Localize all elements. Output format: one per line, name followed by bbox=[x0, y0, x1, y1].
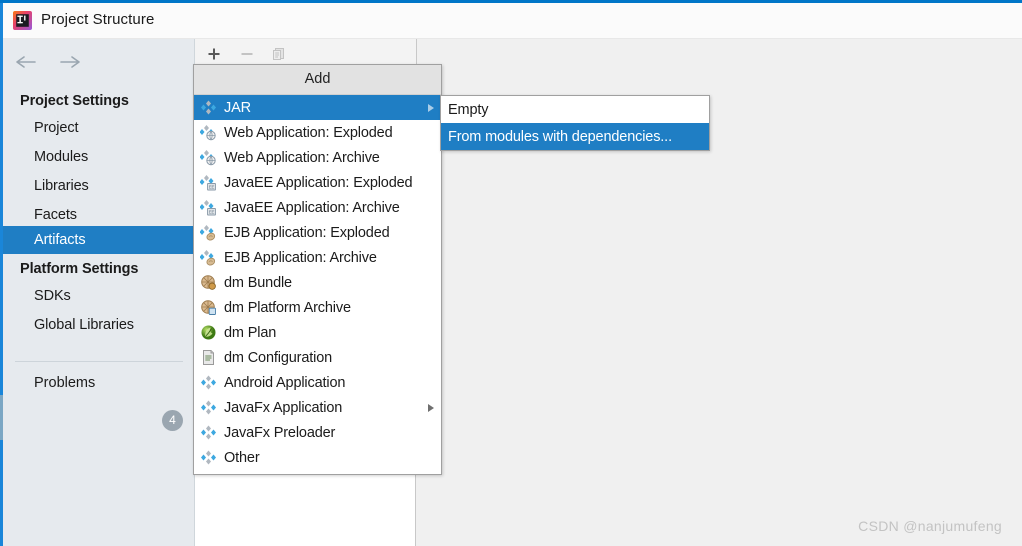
sidebar-group-platform-settings: Platform Settings bbox=[20, 261, 139, 277]
chevron-right-icon bbox=[428, 403, 434, 412]
add-menu-header: Add bbox=[194, 65, 441, 95]
menu-item-javaee-application-exploded[interactable]: EE JavaEE Application: Exploded bbox=[194, 170, 441, 195]
arrow-right-icon[interactable] bbox=[57, 49, 83, 75]
menu-item-label: Web Application: Archive bbox=[224, 149, 380, 166]
menu-item-label: Web Application: Exploded bbox=[224, 124, 393, 141]
sidebar-item-problems[interactable]: Problems bbox=[3, 369, 195, 397]
watermark-text: CSDN @nanjumufeng bbox=[858, 518, 1002, 534]
add-artifact-menu: Add JAR Web Application: Exploded Web Ap… bbox=[193, 64, 442, 475]
submenu-item-label: Empty bbox=[448, 101, 489, 118]
menu-item-label: dm Bundle bbox=[224, 274, 292, 291]
menu-item-dm-configuration[interactable]: dm Configuration bbox=[194, 345, 441, 370]
settings-sidebar: Project Settings Project Modules Librari… bbox=[3, 39, 195, 546]
menu-item-ejb-application-archive[interactable]: EJB Application: Archive bbox=[194, 245, 441, 270]
submenu-item-from-modules-with-dependencies[interactable]: From modules with dependencies... bbox=[441, 123, 709, 150]
ejb-exploded-icon bbox=[199, 224, 217, 241]
menu-item-dm-platform-archive[interactable]: dm Platform Archive bbox=[194, 295, 441, 320]
web-archive-icon bbox=[199, 149, 217, 166]
sidebar-item-artifacts[interactable]: Artifacts bbox=[3, 226, 195, 254]
menu-item-label: dm Configuration bbox=[224, 349, 333, 366]
menu-item-label: Other bbox=[224, 449, 260, 466]
page-title: Project Structure bbox=[41, 11, 155, 28]
dm-plan-icon bbox=[200, 324, 217, 341]
javafx-preloader-icon bbox=[200, 424, 217, 441]
dialog-titlebar: Project Structure bbox=[3, 3, 1022, 39]
plus-icon[interactable] bbox=[202, 42, 226, 66]
project-structure-dialog: Project Structure Project Settings Proje… bbox=[3, 3, 1022, 546]
menu-item-label: dm Platform Archive bbox=[224, 299, 351, 316]
menu-item-javafx-application[interactable]: JavaFx Application bbox=[194, 395, 441, 420]
menu-item-label: JavaFx Application bbox=[224, 399, 343, 416]
menu-item-label: JavaFx Preloader bbox=[224, 424, 336, 441]
sidebar-divider bbox=[15, 361, 183, 362]
menu-item-web-application-archive[interactable]: Web Application: Archive bbox=[194, 145, 441, 170]
sidebar-item-libraries[interactable]: Libraries bbox=[3, 174, 195, 199]
menu-item-other[interactable]: Other bbox=[194, 445, 441, 470]
menu-item-javaee-application-archive[interactable]: EE JavaEE Application: Archive bbox=[194, 195, 441, 220]
jar-submenu: Empty From modules with dependencies... bbox=[440, 95, 710, 151]
menu-item-dm-bundle[interactable]: dm Bundle bbox=[194, 270, 441, 295]
menu-item-label: JavaEE Application: Exploded bbox=[224, 174, 413, 191]
navigation-arrows bbox=[13, 49, 83, 75]
web-exploded-icon bbox=[199, 124, 217, 141]
svg-text:EE: EE bbox=[209, 185, 215, 190]
minus-icon bbox=[235, 42, 259, 66]
javaee-archive-icon: EE bbox=[199, 199, 217, 216]
menu-item-label: JAR bbox=[224, 99, 251, 116]
sidebar-item-facets[interactable]: Facets bbox=[3, 203, 195, 228]
menu-item-label: JavaEE Application: Archive bbox=[224, 199, 400, 216]
dm-bundle-icon bbox=[200, 274, 217, 291]
menu-item-dm-plan[interactable]: dm Plan bbox=[194, 320, 441, 345]
sidebar-item-modules[interactable]: Modules bbox=[3, 145, 195, 170]
jar-artifact-icon bbox=[200, 99, 217, 116]
other-artifact-icon bbox=[200, 449, 217, 466]
menu-item-ejb-application-exploded[interactable]: EJB Application: Exploded bbox=[194, 220, 441, 245]
menu-item-android-application[interactable]: Android Application bbox=[194, 370, 441, 395]
intellij-idea-icon bbox=[13, 11, 32, 30]
javaee-exploded-icon: EE bbox=[199, 174, 217, 191]
chevron-right-icon bbox=[428, 103, 434, 112]
svg-text:EE: EE bbox=[209, 210, 215, 215]
javafx-application-icon bbox=[200, 399, 217, 416]
ejb-archive-icon bbox=[199, 249, 217, 266]
dm-configuration-icon bbox=[200, 349, 217, 366]
menu-item-label: dm Plan bbox=[224, 324, 277, 341]
sidebar-item-global-libraries[interactable]: Global Libraries bbox=[3, 313, 195, 338]
sidebar-group-project-settings: Project Settings bbox=[20, 93, 129, 109]
sidebar-item-project[interactable]: Project bbox=[3, 116, 195, 141]
sidebar-item-sdks[interactable]: SDKs bbox=[3, 284, 195, 309]
android-application-icon bbox=[200, 374, 217, 391]
menu-item-javafx-preloader[interactable]: JavaFx Preloader bbox=[194, 420, 441, 445]
menu-item-label: EJB Application: Archive bbox=[224, 249, 377, 266]
menu-item-label: EJB Application: Exploded bbox=[224, 224, 390, 241]
arrow-left-icon[interactable] bbox=[13, 49, 39, 75]
copy-icon bbox=[267, 42, 291, 66]
menu-bottom-padding bbox=[194, 470, 441, 474]
menu-item-jar[interactable]: JAR bbox=[194, 95, 441, 120]
menu-item-label: Android Application bbox=[224, 374, 346, 391]
submenu-item-empty[interactable]: Empty bbox=[441, 96, 709, 123]
submenu-item-label: From modules with dependencies... bbox=[448, 128, 672, 145]
dm-platform-archive-icon bbox=[200, 299, 217, 316]
problems-count-badge: 4 bbox=[162, 410, 183, 431]
menu-item-web-application-exploded[interactable]: Web Application: Exploded bbox=[194, 120, 441, 145]
